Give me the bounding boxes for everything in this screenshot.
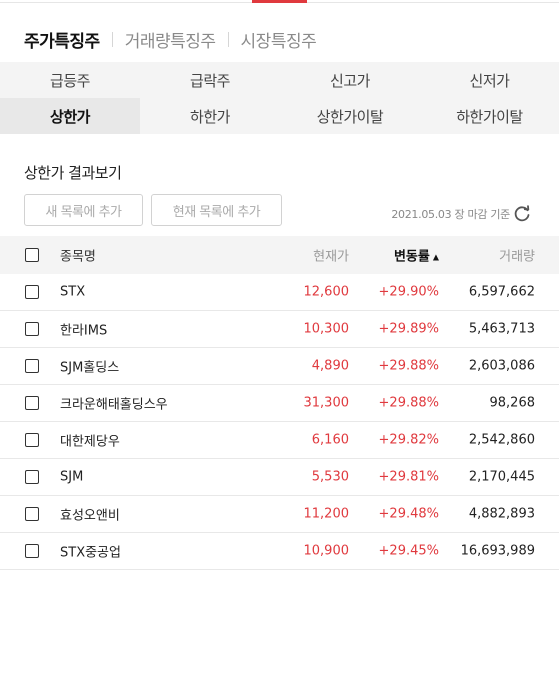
change-rate: +29.90% [378, 284, 439, 300]
table-row[interactable]: 대한제당우 6,160 +29.82% 2,542,860 [0, 422, 559, 459]
tab-volume-featured[interactable]: 거래량특징주 [125, 27, 216, 52]
trade-volume: 98,268 [489, 395, 536, 411]
change-rate: +29.89% [378, 321, 439, 337]
table-body: STX 12,600 +29.90% 6,597,662 한라IMS 10,300 +29.… [0, 274, 559, 570]
header-rate[interactable]: 변동률 ▲ [394, 246, 439, 265]
row-checkbox[interactable] [25, 507, 39, 521]
table-row[interactable]: STX중공업 10,900 +29.45% 16,693,989 [0, 533, 559, 570]
table-row[interactable]: 크라운해태홀딩스우 31,300 +29.88% 98,268 [0, 385, 559, 422]
change-rate: +29.82% [378, 432, 439, 448]
row-checkbox[interactable] [25, 433, 39, 447]
tab-price-featured[interactable]: 주가특징주 [24, 27, 100, 52]
header-price[interactable]: 현재가 [313, 246, 349, 265]
stock-table: 종목명 현재가 변동률 ▲ 거래량 STX 12,600 +29.90% 6,597,6… [0, 236, 559, 570]
as-of-date: 2021.05.03 장 마감 기준 [391, 208, 510, 221]
main-tab-bar: 주가특징주 거래량특징주 시장특징주 [24, 26, 317, 52]
current-price: 4,890 [311, 358, 349, 374]
header-volume[interactable]: 거래량 [499, 246, 535, 265]
stock-name[interactable]: 한라IMS [60, 320, 107, 339]
table-row[interactable]: SJM홀딩스 4,890 +29.88% 2,603,086 [0, 348, 559, 385]
sub-tab-grid: 급등주 급락주 신고가 신저가 상한가 하한가 상한가이탈 하한가이탈 [0, 62, 559, 134]
select-all-checkbox[interactable] [25, 248, 39, 262]
tab-separator [227, 31, 229, 47]
row-checkbox[interactable] [25, 322, 39, 336]
sub-tab-upper-limit[interactable]: 상한가 [0, 98, 140, 134]
table-row[interactable]: STX 12,600 +29.90% 6,597,662 [0, 274, 559, 311]
table-row[interactable]: 효성오앤비 11,200 +29.48% 4,882,893 [0, 496, 559, 533]
header-rate-label: 변동률 [393, 249, 430, 265]
table-header: 종목명 현재가 변동률 ▲ 거래량 [0, 236, 559, 274]
refresh-icon[interactable] [512, 204, 532, 224]
sub-tab-plunge[interactable]: 급락주 [140, 62, 280, 98]
stock-name[interactable]: 대한제당우 [60, 431, 120, 450]
sort-ascending-icon: ▲ [432, 252, 439, 262]
add-to-current-list-button[interactable]: 현재 목록에 추가 [151, 194, 282, 226]
trade-volume: 4,882,893 [468, 506, 535, 522]
trade-volume: 2,542,860 [468, 432, 535, 448]
row-checkbox[interactable] [25, 544, 39, 558]
current-price: 5,530 [311, 469, 349, 485]
change-rate: +29.88% [378, 358, 439, 374]
current-price: 10,900 [303, 543, 350, 559]
row-checkbox[interactable] [25, 470, 39, 484]
trade-volume: 16,693,989 [460, 543, 535, 559]
change-rate: +29.81% [378, 469, 439, 485]
row-checkbox[interactable] [25, 285, 39, 299]
sub-tab-lower-limit[interactable]: 하한가 [140, 98, 280, 134]
current-price: 11,200 [303, 506, 350, 522]
stock-name[interactable]: SJM [60, 470, 83, 485]
active-tab-indicator [252, 0, 307, 3]
current-price: 10,300 [303, 321, 350, 337]
stock-name[interactable]: 크라운해태홀딩스우 [60, 394, 168, 413]
row-checkbox[interactable] [25, 359, 39, 373]
stock-name[interactable]: STX중공업 [60, 542, 121, 561]
table-row[interactable]: 한라IMS 10,300 +29.89% 5,463,713 [0, 311, 559, 348]
sub-tab-surge[interactable]: 급등주 [0, 62, 140, 98]
change-rate: +29.45% [378, 543, 439, 559]
tab-market-featured[interactable]: 시장특징주 [241, 27, 317, 52]
trade-volume: 2,603,086 [468, 358, 535, 374]
stock-name[interactable]: STX [60, 285, 85, 300]
section-title: 상한가 결과보기 [24, 164, 122, 182]
sub-tab-new-high[interactable]: 신고가 [280, 62, 420, 98]
stock-name[interactable]: 효성오앤비 [60, 505, 120, 524]
sub-tab-upper-limit-break[interactable]: 상한가이탈 [280, 98, 420, 134]
add-to-new-list-button[interactable]: 새 목록에 추가 [24, 194, 143, 226]
tab-separator [111, 31, 113, 47]
trade-volume: 5,463,713 [468, 321, 535, 337]
stock-name[interactable]: SJM홀딩스 [60, 357, 119, 376]
table-row[interactable]: SJM 5,530 +29.81% 2,170,445 [0, 459, 559, 496]
trade-volume: 2,170,445 [468, 469, 535, 485]
trade-volume: 6,597,662 [468, 284, 535, 300]
current-price: 12,600 [303, 284, 350, 300]
sub-tab-lower-limit-break[interactable]: 하한가이탈 [420, 98, 559, 134]
header-name: 종목명 [60, 249, 96, 265]
sub-tab-new-low[interactable]: 신저가 [420, 62, 559, 98]
change-rate: +29.48% [378, 506, 439, 522]
row-checkbox[interactable] [25, 396, 39, 410]
current-price: 6,160 [311, 432, 349, 448]
change-rate: +29.88% [378, 395, 439, 411]
current-price: 31,300 [303, 395, 350, 411]
